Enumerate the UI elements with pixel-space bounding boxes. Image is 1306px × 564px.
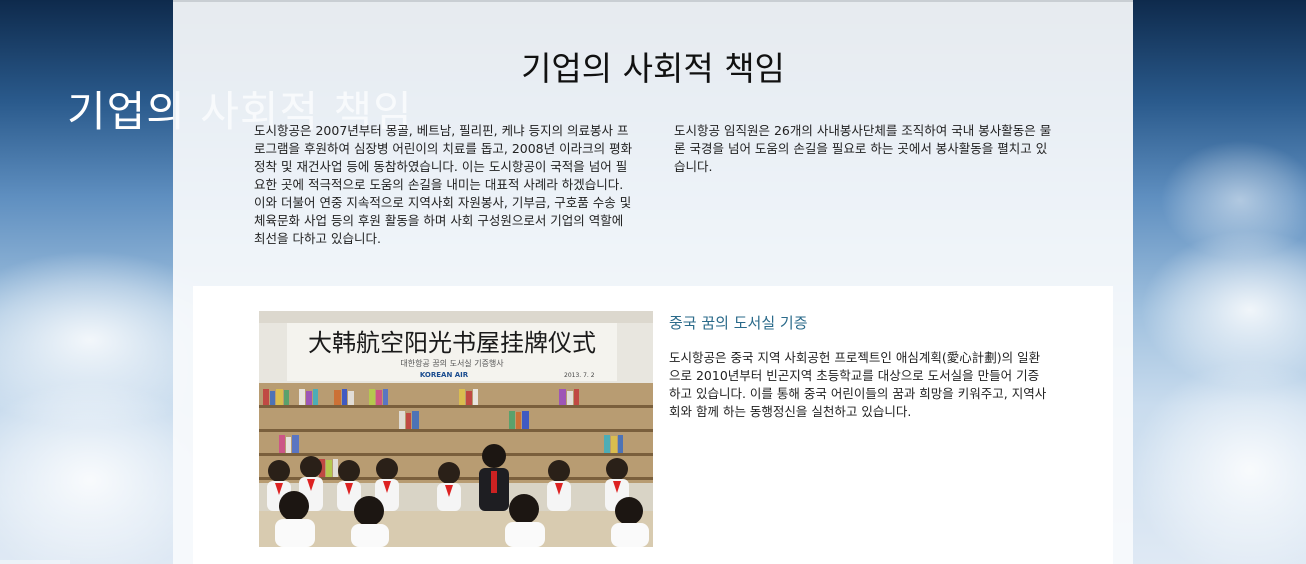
photo-banner-text: 大韩航空阳光书屋挂牌仪式 bbox=[308, 329, 596, 357]
photo-banner-logo: KOREAN AIR bbox=[420, 371, 469, 379]
photo-banner-date: 2013. 7. 2 bbox=[564, 372, 595, 379]
intro-paragraph-right: 도시항공 임직원은 26개의 사내봉사단체를 조직하여 국내 봉사활동은 물론 … bbox=[674, 123, 1052, 174]
library-donation-photo: 大韩航空阳光书屋挂牌仪式 대한항공 꿈의 도서실 기증행사 KOREAN AIR… bbox=[259, 311, 653, 547]
bottom-edge-strip bbox=[0, 560, 70, 564]
cloud-decoration bbox=[1160, 140, 1306, 260]
content-panel: 기업의 사회적 책임 도시항공은 2007년부터 몽골, 베트남, 필리핀, 케… bbox=[173, 0, 1133, 564]
program-card: 大韩航空阳光书屋挂牌仪式 대한항공 꿈의 도서실 기증행사 KOREAN AIR… bbox=[193, 286, 1113, 564]
intro-paragraph-left: 도시항공은 2007년부터 몽골, 베트남, 필리핀, 케냐 등지의 의료봉사 … bbox=[254, 123, 633, 246]
card-body-text: 도시항공은 중국 지역 사회공헌 프로젝트인 애심계획(愛心計劃)의 일환으로 … bbox=[669, 350, 1047, 419]
section-title: 기업의 사회적 책임 bbox=[521, 49, 785, 88]
cloud-decoration bbox=[1130, 360, 1306, 564]
card-heading: 중국 꿈의 도서실 기증 bbox=[669, 314, 808, 332]
photo-banner-subtext: 대한항공 꿈의 도서실 기증행사 bbox=[400, 358, 504, 368]
